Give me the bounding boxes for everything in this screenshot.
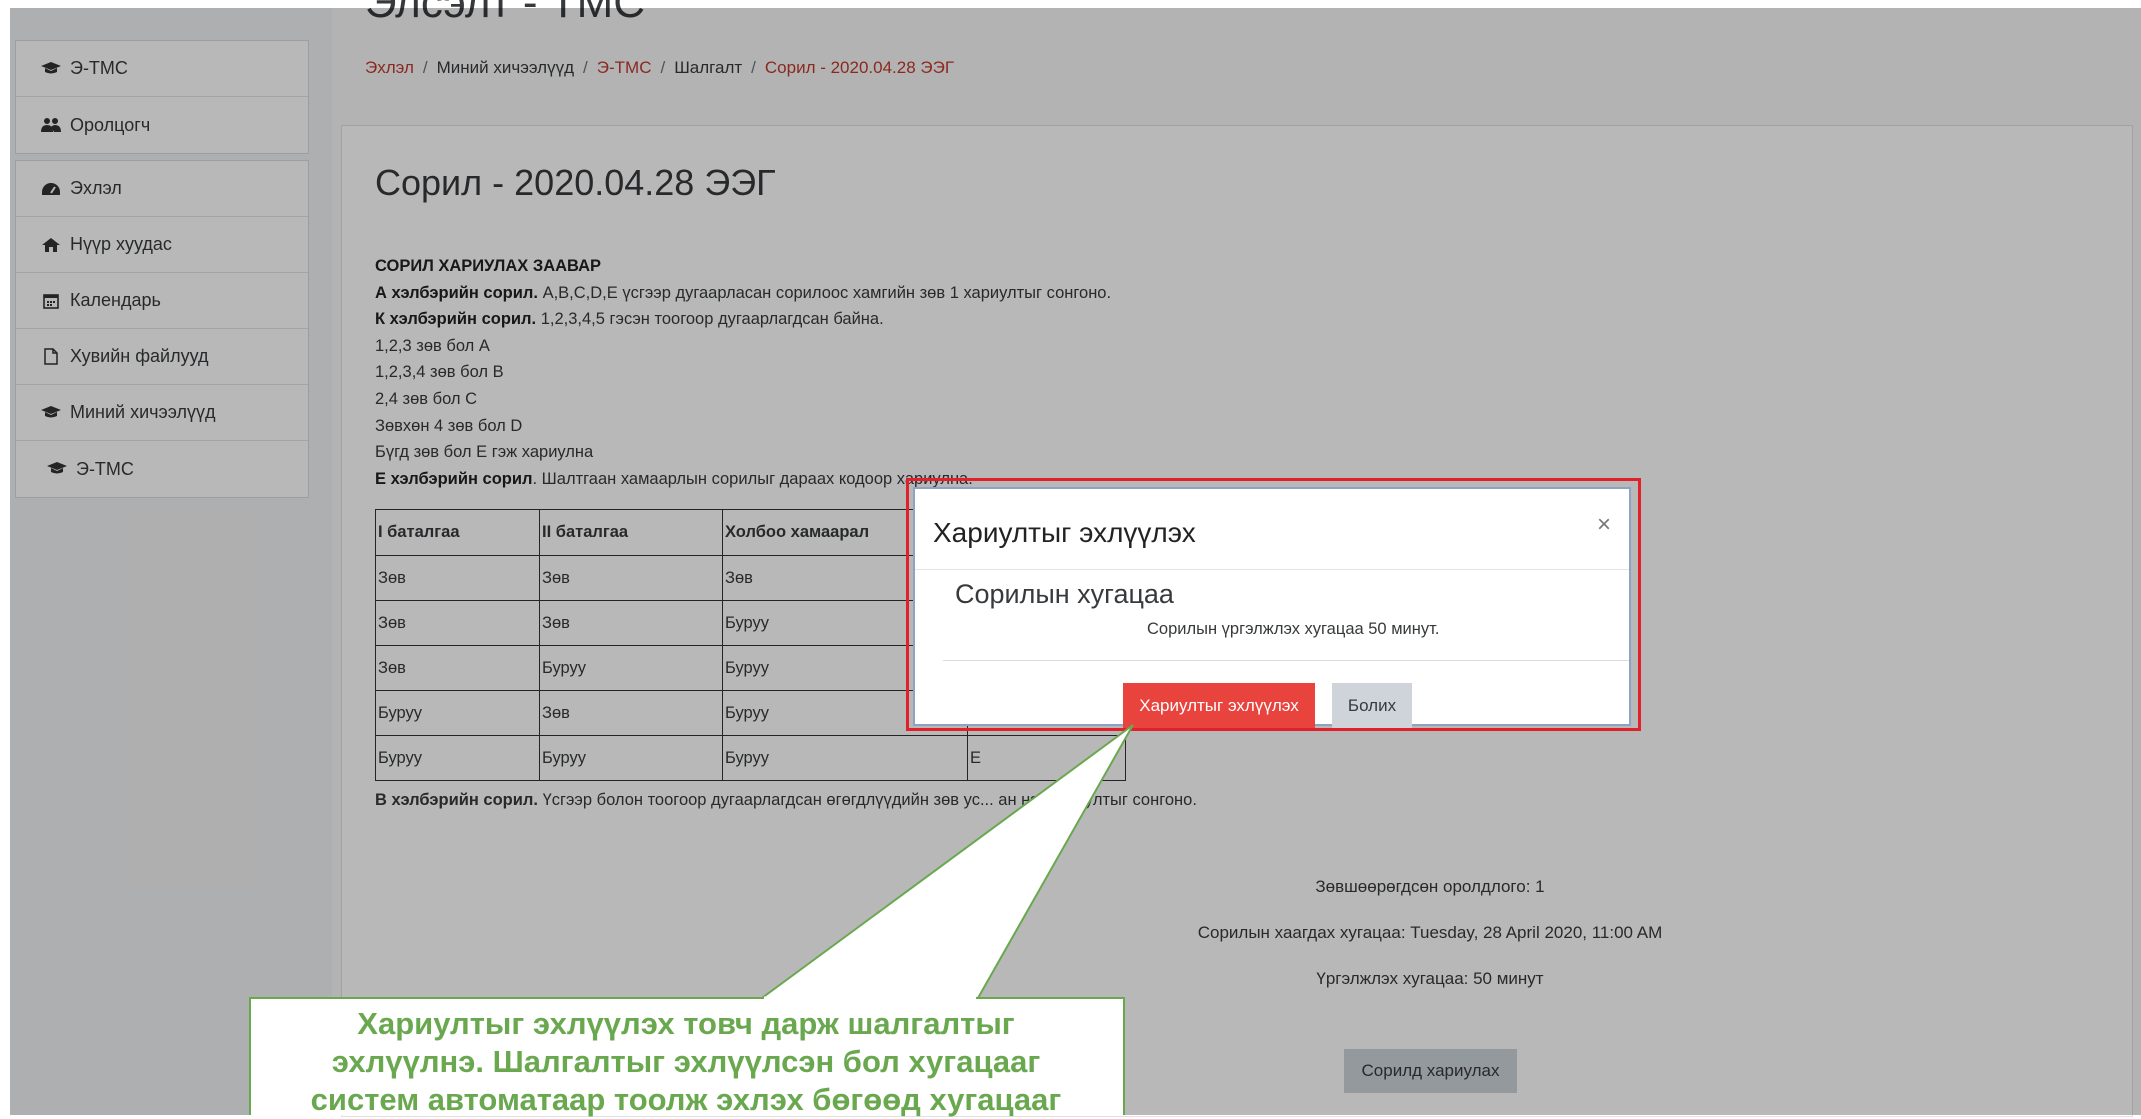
callout-arrow: [758, 724, 1134, 999]
callout-line: эхлүүлнэ. Шалгалтыг эхлүүлсэн бол хугаца…: [331, 1044, 1041, 1079]
callout-line: Хариултыг эхлүүлэх товч дарж шалгалтыг: [357, 1006, 1015, 1041]
callout-line: систем автоматаар тоолж эхлэх бөгөөд хуг…: [310, 1082, 1062, 1117]
callout-pointer: [249, 724, 1134, 1115]
callout-text: Хариултыг эхлүүлэх товч дарж шалгалтыг э…: [252, 1005, 1120, 1119]
